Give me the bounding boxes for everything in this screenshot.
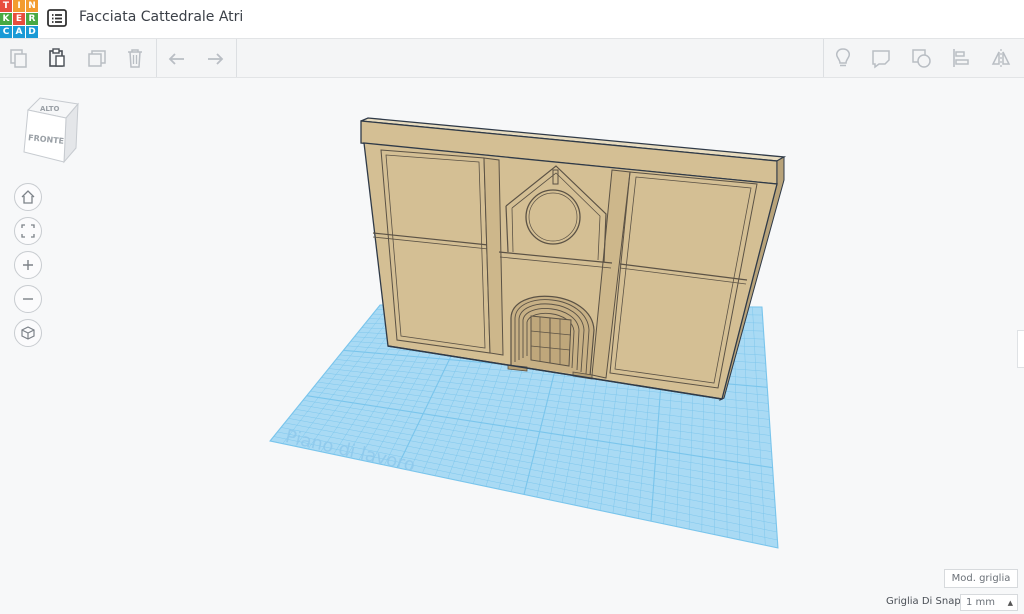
panel-toggle-tab[interactable] xyxy=(1017,330,1024,368)
undo-icon[interactable] xyxy=(158,39,196,77)
redo-icon[interactable] xyxy=(196,39,234,77)
mirror-icon[interactable] xyxy=(982,39,1020,77)
logo-tile: D xyxy=(26,26,38,38)
tinkercad-logo[interactable]: TIN KER CAD xyxy=(0,0,38,38)
logo-tile: T xyxy=(0,0,12,12)
toolbar-divider xyxy=(156,39,157,77)
light-bulb-icon[interactable] xyxy=(824,39,862,77)
logo-tile: E xyxy=(13,13,25,25)
logo-tile: R xyxy=(26,13,38,25)
copy-icon[interactable] xyxy=(0,39,38,77)
note-icon[interactable] xyxy=(862,39,900,77)
duplicate-icon[interactable] xyxy=(78,39,116,77)
chevron-down-icon: ▲ xyxy=(1007,599,1013,607)
logo-tile: K xyxy=(0,13,12,25)
design-menu-icon[interactable] xyxy=(47,8,67,28)
trash-icon[interactable] xyxy=(116,39,154,77)
snap-grid-value: 1 mm xyxy=(966,597,996,608)
group-shape-icon[interactable] xyxy=(902,39,940,77)
edit-grid-button[interactable]: Mod. griglia xyxy=(944,569,1018,588)
align-icon[interactable] xyxy=(942,39,980,77)
logo-tile: C xyxy=(0,26,12,38)
top-bar: TIN KER CAD Facciata Cattedrale Atri xyxy=(0,0,1024,39)
edit-toolbar xyxy=(0,39,1024,78)
logo-tile: I xyxy=(13,0,25,12)
paste-icon[interactable] xyxy=(38,39,76,77)
design-title[interactable]: Facciata Cattedrale Atri xyxy=(79,9,243,25)
snap-grid-label: Griglia Di Snap xyxy=(886,596,961,607)
snap-grid-select[interactable]: 1 mm ▲ xyxy=(960,594,1018,611)
logo-tile: N xyxy=(26,0,38,12)
toolbar-divider xyxy=(236,39,237,77)
3d-viewport[interactable] xyxy=(0,78,1024,614)
logo-tile: A xyxy=(13,26,25,38)
